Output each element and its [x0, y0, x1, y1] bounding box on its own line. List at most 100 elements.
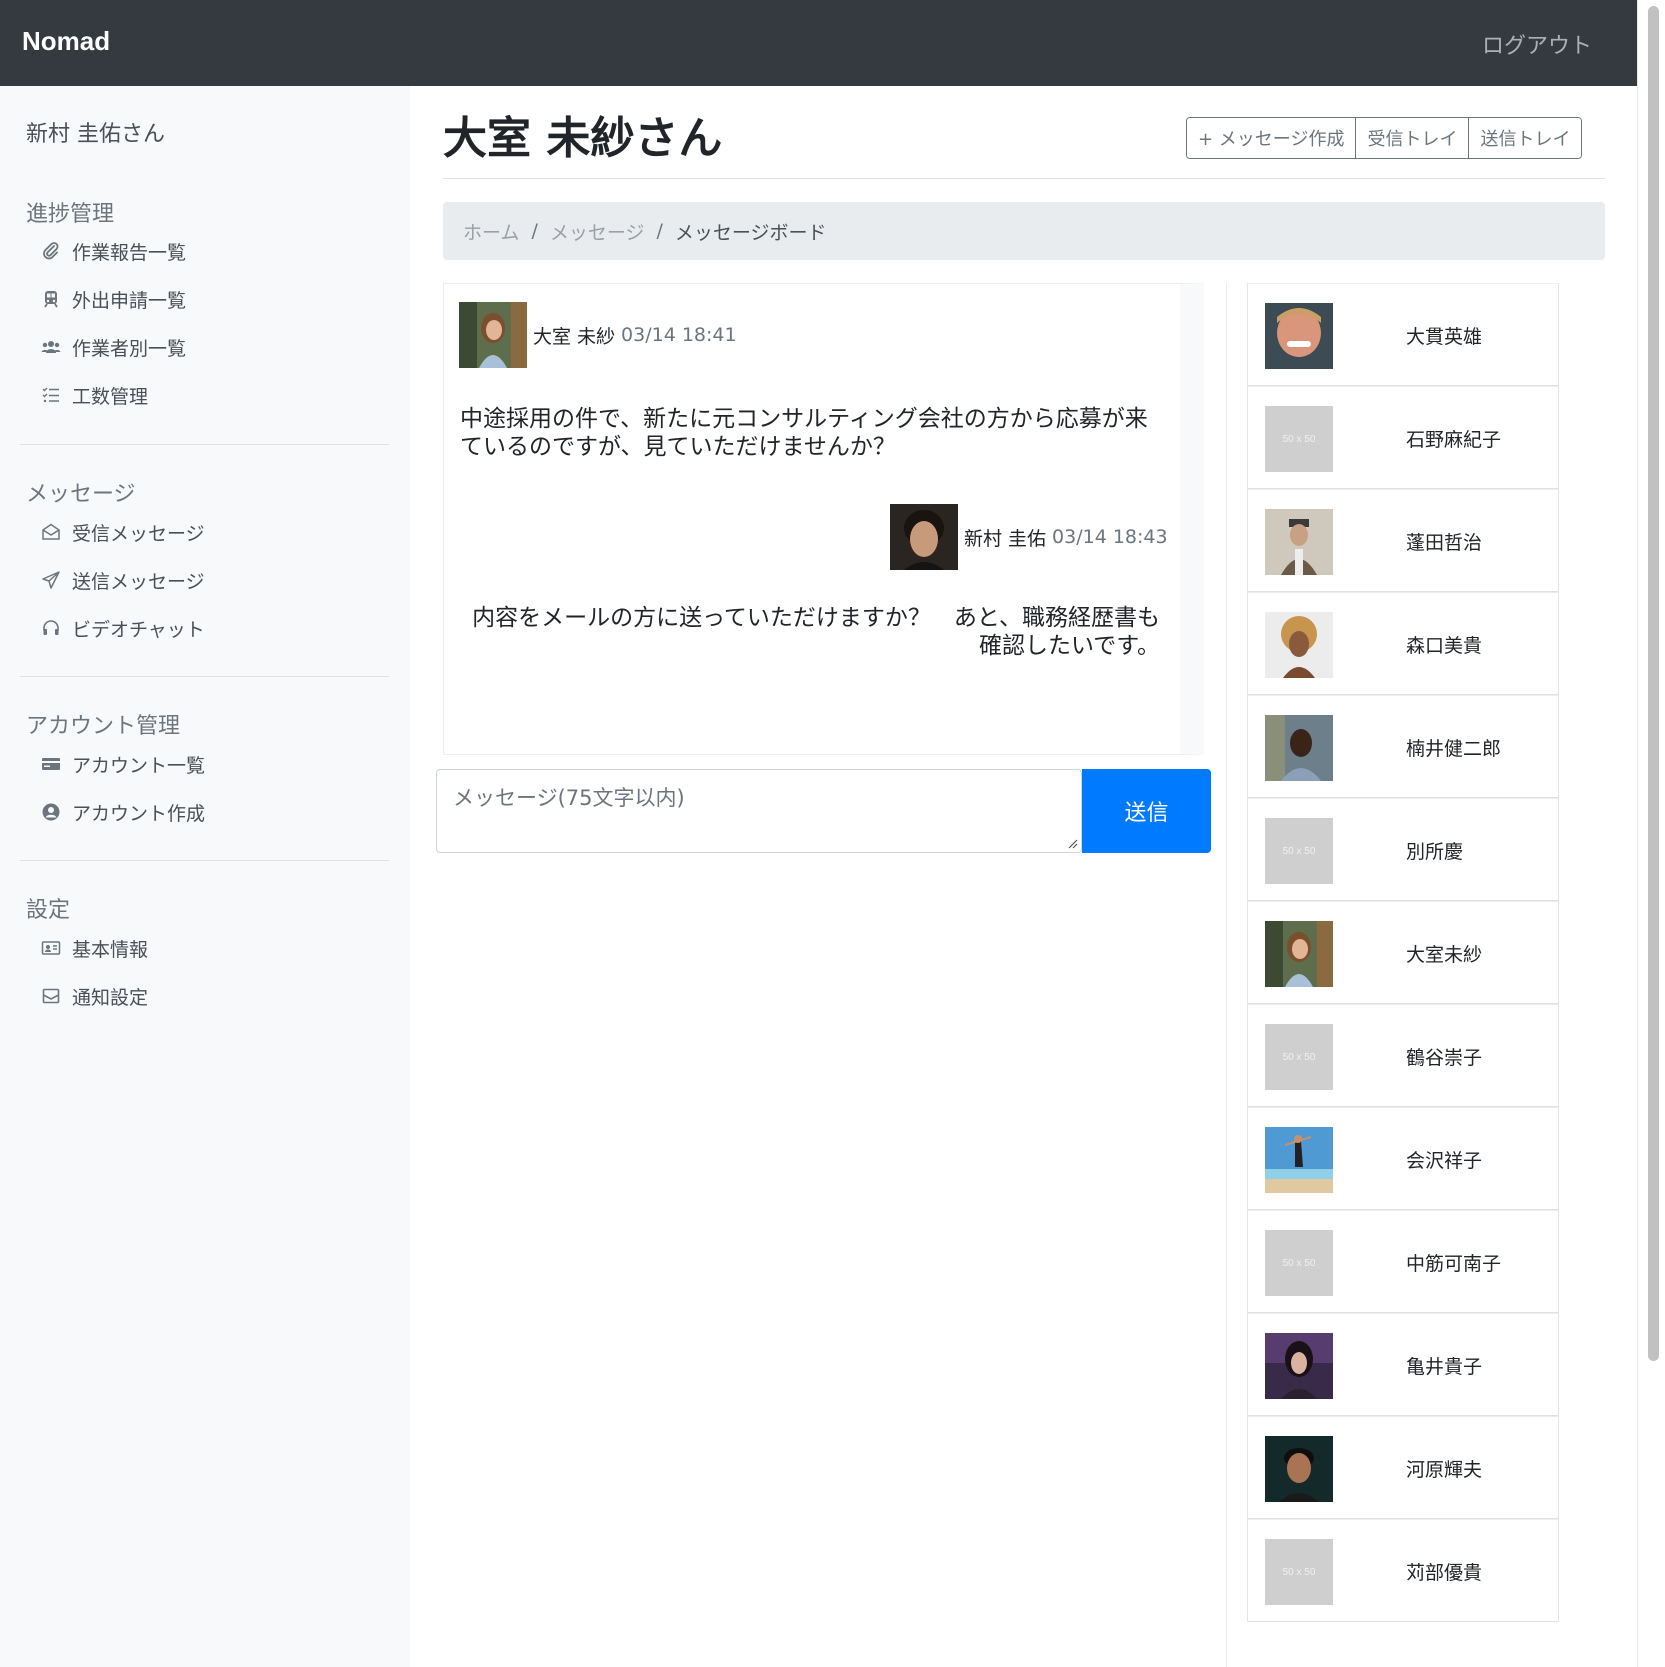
- brand-logo[interactable]: Nomad: [22, 26, 110, 57]
- contact-item[interactable]: 50 x 50 鶴谷崇子: [1248, 1004, 1558, 1107]
- avatar-placeholder: 50 x 50: [1265, 406, 1333, 472]
- sidebar-item-label: アカウント一覧: [72, 754, 206, 777]
- avatar: [890, 504, 958, 570]
- breadcrumb-separator: /: [531, 220, 538, 242]
- send-button[interactable]: 送信: [1082, 769, 1211, 853]
- message-timestamp: 03/14 18:41: [621, 324, 737, 346]
- sent-box-button[interactable]: 送信トレイ: [1469, 118, 1582, 158]
- contact-item[interactable]: 亀井貴子: [1248, 1313, 1558, 1416]
- address-card-icon: [40, 937, 62, 959]
- contact-name: 苅部優貴: [1406, 1562, 1483, 1584]
- header-divider: [443, 178, 1605, 179]
- sidebar-divider: [20, 444, 389, 445]
- sidebar-item-label: 工数管理: [72, 385, 149, 408]
- contact-name: 鶴谷崇子: [1406, 1047, 1483, 1069]
- sidebar-item-label: 送信メッセージ: [72, 570, 205, 593]
- sidebar-item-work-reports[interactable]: 作業報告一覧: [40, 236, 186, 266]
- sidebar-item-label: 受信メッセージ: [72, 522, 205, 545]
- contact-item[interactable]: 大貫英雄: [1248, 283, 1558, 386]
- avatar: [1265, 715, 1333, 781]
- avatar-placeholder: 50 x 50: [1265, 1539, 1333, 1605]
- id-card-icon: [40, 753, 62, 775]
- sidebar-item-sent-messages[interactable]: 送信メッセージ: [40, 565, 205, 595]
- contact-name: 河原輝夫: [1406, 1459, 1483, 1481]
- sidebar-item-man-hours[interactable]: 工数管理: [40, 380, 148, 410]
- envelope-icon: [40, 985, 62, 1007]
- contact-name: 亀井貴子: [1406, 1356, 1483, 1378]
- contact-name: 大室未紗: [1406, 944, 1483, 966]
- sidebar-item-label: ビデオチャット: [72, 618, 205, 641]
- message-input[interactable]: メッセージ(75文字以内): [436, 769, 1082, 853]
- logout-link[interactable]: ログアウト: [1482, 28, 1592, 60]
- contact-name: 蓬田哲治: [1406, 532, 1483, 554]
- contact-name: 会沢祥子: [1406, 1150, 1483, 1172]
- contact-item[interactable]: 50 x 50 中筋可南子: [1248, 1210, 1558, 1313]
- sidebar-section-accounts: アカウント管理: [26, 714, 181, 739]
- sidebar-item-video-chat[interactable]: ビデオチャット: [40, 613, 205, 643]
- headphones-icon: [40, 617, 62, 639]
- message-thread[interactable]: 大室 未紗 03/14 18:41 中途採用の件で、新たに元コンサルティング会社…: [443, 283, 1204, 755]
- sidebar-item-label: 外出申請一覧: [72, 289, 187, 312]
- contact-item[interactable]: 蓬田哲治: [1248, 489, 1558, 592]
- message-header: 新村 圭佑 03/14 18:43: [890, 504, 1168, 570]
- breadcrumb-messages[interactable]: メッセージ: [550, 218, 645, 245]
- sidebar-section-progress: 進捗管理: [26, 202, 115, 227]
- message-body: 中途採用の件で、新たに元コンサルティング会社の方から応募が来ているのですが、見て…: [460, 406, 1148, 460]
- contact-item[interactable]: 50 x 50 苅部優貴: [1248, 1519, 1558, 1622]
- breadcrumb: ホーム / メッセージ / メッセージボード: [443, 202, 1605, 260]
- sidebar-item-label: 作業者別一覧: [72, 337, 187, 360]
- message-header: 大室 未紗 03/14 18:41: [459, 302, 737, 368]
- avatar: [1265, 921, 1333, 987]
- sidebar-item-label: 基本情報: [72, 938, 149, 961]
- sidebar-item-create-account[interactable]: アカウント作成: [40, 797, 205, 827]
- contacts-list[interactable]: 大貫英雄 50 x 50 石野麻紀子蓬田哲治森口美貴楠井健二郎 50 x 50 別所慶大…: [1247, 283, 1559, 1622]
- message-timestamp: 03/14 18:43: [1052, 526, 1168, 548]
- compose-message-button[interactable]: + メッセージ作成: [1187, 118, 1357, 158]
- breadcrumb-current: メッセージボード: [674, 221, 827, 244]
- message-body: 内容をメールの方に送っていただけますか？ あと、職務経歴書も確認したいです。: [472, 605, 1160, 659]
- sidebar-item-label: アカウント作成: [72, 802, 206, 825]
- contact-item[interactable]: 大室未紗: [1248, 901, 1558, 1004]
- contact-item[interactable]: 河原輝夫: [1248, 1416, 1558, 1519]
- contact-name: 森口美貴: [1406, 635, 1483, 657]
- contact-item[interactable]: 楠井健二郎: [1248, 695, 1558, 798]
- avatar-placeholder: 50 x 50: [1265, 1230, 1333, 1296]
- avatar: [1265, 303, 1333, 369]
- breadcrumb-home[interactable]: ホーム: [463, 218, 519, 245]
- sidebar-section-settings: 設定: [26, 898, 71, 923]
- contact-item[interactable]: 森口美貴: [1248, 592, 1558, 695]
- sidebar: 新村 圭佑さん 進捗管理 作業報告一覧 外出申請一覧 作業者別一覧 工数管理 メ…: [0, 86, 410, 1667]
- contacts-panel: 大貫英雄 50 x 50 石野麻紀子蓬田哲治森口美貴楠井健二郎 50 x 50 別所慶大…: [1226, 283, 1631, 1667]
- avatar-placeholder: 50 x 50: [1265, 818, 1333, 884]
- avatar: [1265, 1436, 1333, 1502]
- avatar: [1265, 509, 1333, 575]
- top-navbar: Nomad ログアウト: [0, 0, 1637, 86]
- inbox-button[interactable]: 受信トレイ: [1356, 118, 1470, 158]
- contact-name: 楠井健二郎: [1406, 738, 1502, 760]
- message-sender-name: 大室 未紗: [533, 325, 616, 348]
- sidebar-item-received-messages[interactable]: 受信メッセージ: [40, 517, 205, 547]
- avatar: [1265, 612, 1333, 678]
- sidebar-item-notification-settings[interactable]: 通知設定: [40, 981, 148, 1011]
- page-scrollbar[interactable]: [1637, 0, 1665, 1667]
- contact-item[interactable]: 会沢祥子: [1248, 1107, 1558, 1210]
- sidebar-item-basic-info[interactable]: 基本情報: [40, 933, 148, 963]
- contact-name: 大貫英雄: [1406, 326, 1483, 348]
- sidebar-item-outing-requests[interactable]: 外出申請一覧: [40, 284, 186, 314]
- contact-name: 中筋可南子: [1406, 1253, 1502, 1275]
- sidebar-item-label: 作業報告一覧: [72, 241, 187, 264]
- tasks-icon: [40, 384, 62, 406]
- contact-name: 別所慶: [1406, 841, 1464, 863]
- avatar: [1265, 1333, 1333, 1399]
- contact-item[interactable]: 50 x 50 別所慶: [1248, 798, 1558, 901]
- sidebar-user-name: 新村 圭佑さん: [26, 122, 165, 147]
- sidebar-section-messages: メッセージ: [26, 482, 136, 507]
- contact-item[interactable]: 50 x 50 石野麻紀子: [1248, 386, 1558, 489]
- sidebar-item-by-worker[interactable]: 作業者別一覧: [40, 332, 186, 362]
- paper-plane-icon: [40, 569, 62, 591]
- message-input-placeholder: メッセージ(75文字以内): [453, 786, 685, 810]
- resize-handle-icon[interactable]: [1066, 837, 1078, 849]
- sidebar-divider: [20, 676, 389, 677]
- sidebar-item-account-list[interactable]: アカウント一覧: [40, 749, 205, 779]
- scrollbar-thumb[interactable]: [1648, 6, 1659, 1361]
